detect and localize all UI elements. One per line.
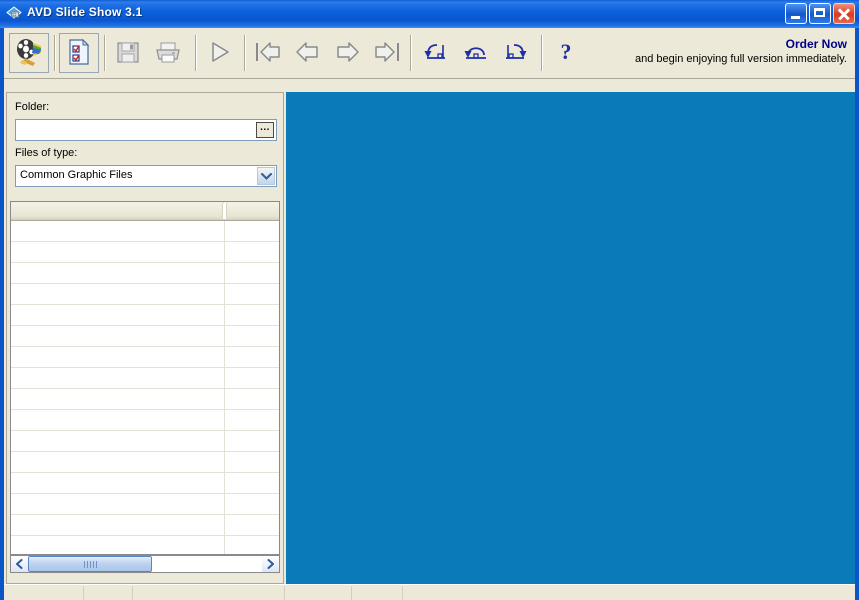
table-row[interactable] bbox=[11, 431, 279, 452]
table-row[interactable] bbox=[11, 410, 279, 431]
scrollbar-track[interactable] bbox=[28, 556, 262, 572]
toolbar-separator bbox=[195, 35, 197, 71]
table-row[interactable] bbox=[11, 452, 279, 473]
previous-arrow-icon bbox=[291, 38, 325, 69]
table-row[interactable] bbox=[11, 389, 279, 410]
scrollbar-grip-icon bbox=[83, 560, 97, 568]
printer-icon bbox=[154, 38, 182, 69]
file-list-header bbox=[11, 202, 279, 221]
status-panel bbox=[285, 586, 352, 600]
maximize-button[interactable] bbox=[809, 3, 831, 24]
files-of-type-label: Files of type: bbox=[15, 147, 78, 159]
chevron-down-icon[interactable] bbox=[257, 167, 275, 185]
table-row[interactable] bbox=[11, 305, 279, 326]
toolbar-separator bbox=[541, 35, 543, 71]
table-row[interactable] bbox=[11, 494, 279, 515]
status-panel bbox=[403, 586, 855, 600]
order-now-subtitle: and begin enjoying full version immediat… bbox=[635, 53, 847, 66]
list-properties-button[interactable] bbox=[59, 33, 99, 73]
image-preview-area[interactable] bbox=[286, 92, 855, 584]
slideshow-logo-button[interactable] bbox=[9, 33, 49, 73]
order-now-banner[interactable]: Order Now and begin enjoying full versio… bbox=[635, 36, 847, 67]
table-row[interactable] bbox=[11, 242, 279, 263]
table-row[interactable] bbox=[11, 515, 279, 536]
file-list[interactable] bbox=[10, 201, 280, 555]
next-arrow-icon bbox=[330, 38, 364, 69]
svg-text:?: ? bbox=[561, 39, 572, 64]
title-bar: AVD Slide Show 3.1 bbox=[0, 0, 859, 28]
toolbar-separator bbox=[410, 35, 412, 71]
order-now-title: Order Now bbox=[785, 37, 847, 51]
table-row[interactable] bbox=[11, 263, 279, 284]
play-triangle-icon bbox=[204, 38, 234, 69]
minimize-button[interactable] bbox=[785, 3, 807, 24]
rotate-right-button[interactable] bbox=[496, 33, 536, 73]
table-row[interactable] bbox=[11, 326, 279, 347]
status-panel bbox=[84, 586, 133, 600]
folder-row: ... bbox=[15, 119, 277, 141]
application-window: AVD Slide Show 3.1 ? Order Now and begin… bbox=[0, 0, 859, 600]
app-diamond-icon bbox=[5, 5, 23, 23]
scrollbar-thumb[interactable] bbox=[28, 556, 152, 572]
last-arrow-icon bbox=[369, 38, 403, 69]
toolbar-separator bbox=[104, 35, 106, 71]
files-of-type-select[interactable]: Common Graphic Files bbox=[15, 165, 277, 187]
files-of-type-value: Common Graphic Files bbox=[20, 169, 133, 181]
rotate-left-button[interactable] bbox=[416, 33, 456, 73]
file-list-column-divider bbox=[224, 221, 225, 554]
table-row[interactable] bbox=[11, 536, 279, 554]
play-button[interactable] bbox=[199, 33, 239, 73]
folder-label: Folder: bbox=[15, 101, 50, 113]
table-row[interactable] bbox=[11, 221, 279, 242]
floppy-disk-icon bbox=[114, 38, 142, 69]
last-button[interactable] bbox=[366, 33, 406, 73]
table-row[interactable] bbox=[11, 347, 279, 368]
file-list-column-size[interactable] bbox=[224, 202, 279, 220]
first-arrow-icon bbox=[252, 38, 286, 69]
question-mark-icon: ? bbox=[555, 39, 577, 68]
film-reel-brush-icon bbox=[13, 36, 45, 71]
help-button[interactable]: ? bbox=[546, 33, 586, 73]
toolbar-separator bbox=[244, 35, 246, 71]
close-button[interactable] bbox=[833, 3, 855, 24]
file-list-column-name[interactable] bbox=[11, 202, 224, 220]
folder-input[interactable] bbox=[15, 119, 277, 141]
window-title: AVD Slide Show 3.1 bbox=[27, 5, 143, 19]
scroll-right-arrow-icon[interactable] bbox=[262, 556, 279, 572]
save-button[interactable] bbox=[108, 33, 148, 73]
status-panel bbox=[352, 586, 403, 600]
file-list-hscrollbar[interactable] bbox=[10, 555, 280, 573]
status-panel bbox=[4, 586, 84, 600]
window-controls bbox=[785, 3, 855, 24]
toolbar-separator bbox=[54, 35, 56, 71]
rotate-left-icon bbox=[421, 38, 451, 69]
flip-button[interactable] bbox=[456, 33, 496, 73]
status-bar bbox=[4, 584, 855, 600]
toolbar: ? Order Now and begin enjoying full vers… bbox=[4, 28, 855, 79]
table-row[interactable] bbox=[11, 473, 279, 494]
rotate-right-icon bbox=[501, 38, 531, 69]
file-list-body[interactable] bbox=[11, 221, 279, 554]
scroll-left-arrow-icon[interactable] bbox=[11, 556, 28, 572]
status-panel bbox=[133, 586, 285, 600]
rotate-180-icon bbox=[461, 38, 491, 69]
table-row[interactable] bbox=[11, 284, 279, 305]
previous-button[interactable] bbox=[288, 33, 328, 73]
next-button[interactable] bbox=[327, 33, 367, 73]
browse-folder-button[interactable]: ... bbox=[256, 122, 274, 138]
table-row[interactable] bbox=[11, 368, 279, 389]
first-button[interactable] bbox=[249, 33, 289, 73]
document-checklist-icon bbox=[66, 38, 92, 69]
print-button[interactable] bbox=[148, 33, 188, 73]
browser-panel: Folder: ... Files of type: Common Graphi… bbox=[6, 92, 284, 584]
